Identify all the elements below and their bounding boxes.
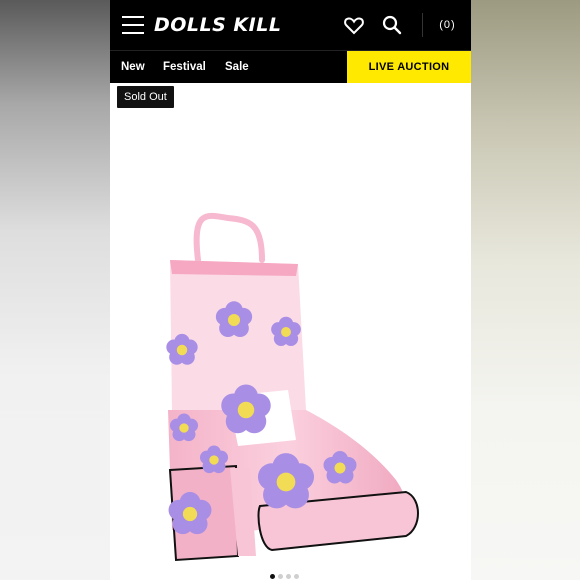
nav-link-sale[interactable]: Sale [225,51,249,83]
sold-out-badge: Sold Out [117,86,174,108]
carousel-dot[interactable] [278,574,283,579]
background-right [471,0,580,580]
hamburger-menu-icon[interactable] [122,16,144,34]
search-icon[interactable] [380,13,404,37]
carousel-dot[interactable] [286,574,291,579]
live-auction-button[interactable]: LIVE AUCTION [347,51,471,83]
brand-logo[interactable]: DOLLS KILL [154,10,281,40]
nav-link-festival[interactable]: Festival [163,51,206,83]
background-left [0,0,110,580]
nav-link-new[interactable]: New [121,51,145,83]
carousel-dot[interactable] [270,574,275,579]
app-screen: DOLLS KILL (0) New Festival Sale LIVE AU… [110,0,471,580]
product-image[interactable] [110,110,471,580]
category-nav: New Festival Sale LIVE AUCTION [110,50,471,83]
shopping-bag-count[interactable]: (0) [422,13,471,37]
top-header: DOLLS KILL (0) [110,0,471,50]
carousel-dot[interactable] [294,574,299,579]
carousel-indicator [270,574,310,580]
heart-icon[interactable] [342,13,366,37]
